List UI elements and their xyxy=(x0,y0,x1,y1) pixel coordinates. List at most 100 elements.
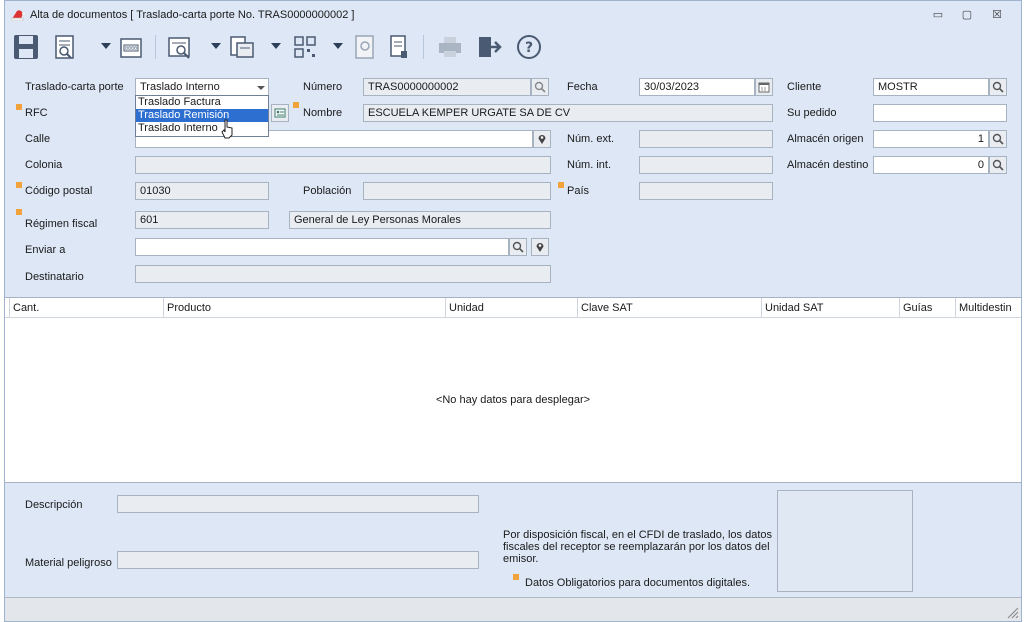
su-pedido-label: Su pedido xyxy=(787,107,837,119)
column-header[interactable]: Unidad xyxy=(445,298,577,318)
tipo-option-remision[interactable]: Traslado Remisión xyxy=(136,109,268,122)
required-marker xyxy=(293,102,299,108)
regimen-fiscal-label: Régimen fiscal xyxy=(25,218,98,230)
column-header[interactable]: Multidestin xyxy=(955,298,1021,318)
num-ext-label: Núm. ext. xyxy=(567,133,615,145)
column-header[interactable]: Clave SAT xyxy=(577,298,761,318)
numero-search-button[interactable] xyxy=(531,78,549,96)
calle-map-button[interactable] xyxy=(533,130,551,148)
window-title: Alta de documentos [ Traslado-carta port… xyxy=(30,9,355,21)
destinatario-field[interactable] xyxy=(135,265,551,283)
preview-dropdown-icon[interactable] xyxy=(101,43,111,49)
empty-grid-message: <No hay datos para desplegar> xyxy=(435,394,591,406)
resize-grip-icon[interactable] xyxy=(1005,605,1019,619)
enviar-a-label: Enviar a xyxy=(25,244,66,256)
help-icon[interactable]: ? xyxy=(515,33,543,61)
tipo-label: Traslado-carta porte xyxy=(25,81,124,93)
tipo-option-interno[interactable]: Traslado Interno xyxy=(136,122,268,135)
poblacion-field[interactable] xyxy=(363,182,551,200)
tipo-select[interactable]: Traslado Interno xyxy=(135,78,269,96)
colonia-field[interactable] xyxy=(135,156,551,174)
id-card-icon xyxy=(274,108,286,118)
svg-text:0000: 0000 xyxy=(125,46,137,52)
title-bar: Alta de documentos [ Traslado-carta port… xyxy=(5,1,1021,29)
map-pin-icon xyxy=(536,243,544,252)
required-marker xyxy=(16,104,22,110)
required-marker xyxy=(513,574,519,580)
svg-text:?: ? xyxy=(525,40,533,56)
almacen-origen-field[interactable]: 1 xyxy=(873,130,989,148)
nombre-label: Nombre xyxy=(303,107,343,119)
fiscal-note: Por disposición fiscal, en el CFDI de tr… xyxy=(503,529,773,565)
cliente-field[interactable]: MOSTR xyxy=(873,78,989,96)
cliente-search-button[interactable] xyxy=(989,78,1007,96)
enviar-a-map-button[interactable] xyxy=(531,238,549,256)
almacen-destino-label: Almacén destino xyxy=(787,159,869,171)
num-int-label: Núm. int. xyxy=(567,159,612,171)
products-grid[interactable]: Cant. Producto Unidad Clave SAT Unidad S… xyxy=(5,297,1021,483)
close-button[interactable]: ☒ xyxy=(989,9,1005,21)
cliente-label: Cliente xyxy=(787,81,822,93)
barcode-dropdown-icon[interactable] xyxy=(333,43,343,49)
santa-hat-icon xyxy=(11,10,25,21)
column-header[interactable]: Unidad SAT xyxy=(761,298,899,318)
descripcion-field[interactable] xyxy=(117,495,479,513)
calendar-icon xyxy=(758,82,770,93)
poblacion-label: Población xyxy=(303,185,352,197)
chevron-down-icon[interactable] xyxy=(257,86,265,90)
required-legend: Datos Obligatorios para documentos digit… xyxy=(525,577,751,589)
fecha-field[interactable]: 30/03/2023 xyxy=(639,78,755,96)
nombre-field[interactable]: ESCUELA KEMPER URGATE SA DE CV xyxy=(363,104,773,122)
regimen-fiscal-field[interactable]: 601 xyxy=(135,211,269,229)
pais-label: País xyxy=(567,185,590,197)
image-preview xyxy=(777,490,913,592)
material-peligroso-label: Material peligroso xyxy=(25,557,112,569)
regimen-fiscal-description: General de Ley Personas Morales xyxy=(289,211,551,229)
exit-icon[interactable] xyxy=(475,33,503,61)
num-int-field[interactable] xyxy=(639,156,773,174)
descripcion-label: Descripción xyxy=(25,499,83,511)
save-icon[interactable] xyxy=(11,33,41,61)
almacen-destino-search-button[interactable] xyxy=(989,156,1007,174)
print-setup-icon[interactable] xyxy=(227,33,257,61)
attach-document-icon[interactable] xyxy=(385,33,413,61)
zoom-document-icon[interactable] xyxy=(165,33,195,61)
almacen-destino-field[interactable]: 0 xyxy=(873,156,989,174)
toolbar-separator xyxy=(155,35,156,59)
enviar-a-search-button[interactable] xyxy=(509,238,527,256)
barcode-icon[interactable] xyxy=(291,33,319,61)
enviar-a-field[interactable] xyxy=(135,238,509,256)
minimize-button[interactable]: ▭ xyxy=(930,9,946,21)
column-header[interactable]: Cant. xyxy=(9,298,163,318)
preview-icon[interactable] xyxy=(51,33,79,61)
stamp-icon[interactable] xyxy=(351,33,379,61)
almacen-origen-search-button[interactable] xyxy=(989,130,1007,148)
numero-field[interactable]: TRAS0000000002 xyxy=(363,78,531,96)
restore-button[interactable]: ▢ xyxy=(959,9,975,21)
numbering-icon[interactable]: 0000 xyxy=(117,33,145,61)
rfc-label: RFC xyxy=(25,107,48,119)
su-pedido-field[interactable] xyxy=(873,104,1007,122)
tipo-value: Traslado Interno xyxy=(140,81,220,93)
search-icon xyxy=(992,81,1004,93)
colonia-label: Colonia xyxy=(25,159,63,171)
cursor-icon xyxy=(221,119,233,139)
calendar-button[interactable] xyxy=(755,78,773,96)
required-marker xyxy=(558,182,564,188)
search-icon xyxy=(992,133,1004,145)
print-setup-dropdown-icon[interactable] xyxy=(271,43,281,49)
column-header[interactable]: Producto xyxy=(163,298,445,318)
num-ext-field[interactable] xyxy=(639,130,773,148)
destinatario-label: Destinatario xyxy=(25,271,84,283)
zoom-dropdown-icon[interactable] xyxy=(211,43,221,49)
printer-icon[interactable] xyxy=(435,33,465,61)
status-bar xyxy=(5,597,1021,621)
codigo-postal-field[interactable]: 01030 xyxy=(135,182,269,200)
tipo-option-factura[interactable]: Traslado Factura xyxy=(136,96,268,109)
column-header[interactable]: Guías xyxy=(899,298,955,318)
material-peligroso-field[interactable] xyxy=(117,551,479,569)
codigo-postal-label: Código postal xyxy=(25,185,93,197)
rfc-lookup-button[interactable] xyxy=(271,104,289,122)
required-marker xyxy=(16,209,22,215)
pais-field[interactable] xyxy=(639,182,773,200)
